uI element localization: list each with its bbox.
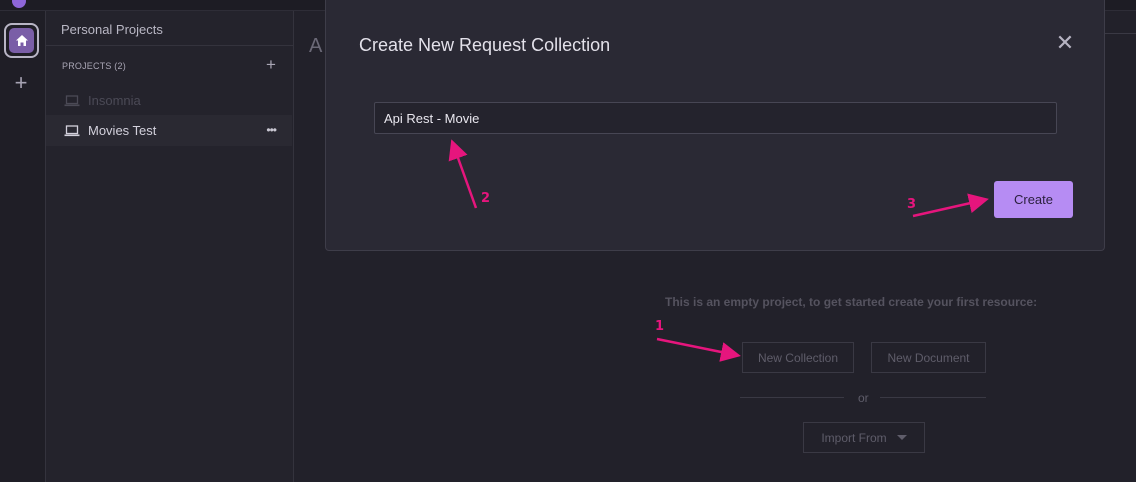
annotation-label-1: 1: [655, 319, 665, 334]
empty-project-message: This is an empty project, to get started…: [665, 295, 1038, 309]
create-collection-modal: Create New Request Collection ✕ Create: [325, 0, 1105, 251]
page-title: A: [309, 35, 323, 57]
divider-left: [740, 397, 844, 398]
modal-title: Create New Request Collection: [359, 35, 611, 55]
more-options-icon[interactable]: •••: [266, 123, 277, 137]
sidebar-item-label: Insomnia: [88, 93, 141, 108]
app-logo-icon: [12, 0, 26, 8]
annotation-label-3: 3: [907, 197, 917, 212]
sidebar-divider: [46, 45, 294, 46]
header-search-box: [1104, 33, 1136, 59]
sidebar-item-movies-test[interactable]: Movies Test •••: [46, 115, 292, 146]
create-button[interactable]: Create: [994, 181, 1073, 218]
divider-right: [880, 397, 986, 398]
add-project-button[interactable]: +: [264, 55, 278, 75]
import-from-label: Import From: [821, 430, 887, 445]
left-rail: +: [0, 11, 46, 482]
projects-section-label: PROJECTS (2): [62, 61, 126, 71]
laptop-icon: [64, 124, 80, 136]
new-collection-button[interactable]: New Collection: [742, 342, 854, 373]
chevron-down-icon: [896, 435, 907, 440]
new-document-button[interactable]: New Document: [871, 342, 986, 373]
or-separator: or: [858, 391, 869, 405]
close-icon[interactable]: ✕: [1055, 32, 1075, 54]
home-button[interactable]: [4, 23, 39, 58]
import-from-button[interactable]: Import From: [803, 422, 925, 453]
annotation-label-2: 2: [481, 191, 491, 206]
sidebar-item-label: Movies Test: [88, 123, 157, 138]
sidebar-title: Personal Projects: [61, 22, 163, 37]
add-organization-button[interactable]: +: [12, 72, 30, 94]
home-icon: [9, 28, 34, 53]
projects-sidebar: Personal Projects PROJECTS (2) + Insomni…: [46, 11, 294, 482]
collection-name-input[interactable]: [374, 102, 1057, 134]
sidebar-item-insomnia[interactable]: Insomnia: [46, 85, 292, 116]
laptop-icon: [64, 94, 80, 106]
